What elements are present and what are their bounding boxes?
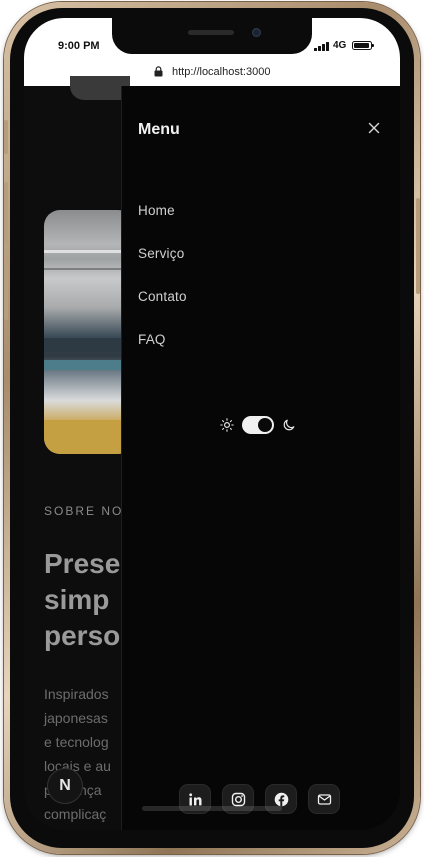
mail-icon: [317, 793, 331, 805]
mute-switch: [4, 120, 8, 154]
front-camera: [252, 28, 261, 37]
moon-icon: [283, 419, 295, 431]
nav-item-servico[interactable]: Serviço: [138, 246, 187, 289]
email-button[interactable]: [308, 784, 340, 814]
phone-screen: 9:00 PM 4G http://localhost:3000 SOBRE N…: [24, 18, 400, 830]
status-time: 9:00 PM: [58, 40, 100, 52]
power-button: [416, 198, 420, 294]
instagram-icon: [231, 792, 245, 806]
section-label: SOBRE NO: [44, 504, 124, 518]
url-text: http://localhost:3000: [171, 66, 271, 78]
home-indicator: [142, 806, 282, 811]
site-logo-button[interactable]: N: [47, 768, 83, 804]
menu-title: Menu: [138, 121, 180, 138]
theme-switcher: [220, 416, 296, 434]
nav-item-home[interactable]: Home: [138, 203, 187, 246]
section-headline: Prese simp perso: [44, 548, 121, 651]
linkedin-icon: [188, 792, 201, 805]
lock-icon: [154, 65, 163, 76]
speaker-grille: [188, 30, 234, 35]
menu-drawer: Menu Home Serviço Contato FAQ: [121, 86, 400, 830]
sun-icon: [220, 418, 234, 432]
nav-item-contato[interactable]: Contato: [138, 289, 187, 332]
volume-down-button: [4, 258, 8, 320]
notch: [112, 18, 312, 54]
network-type: 4G: [333, 40, 347, 51]
status-bar: 9:00 PM 4G: [24, 18, 400, 58]
volume-up-button: [4, 182, 8, 244]
nav-item-faq[interactable]: FAQ: [138, 332, 187, 375]
section-paragraph: Inspirados japonesas e tecnolog locais e…: [44, 686, 111, 822]
menu-nav: Home Serviço Contato FAQ: [138, 203, 187, 375]
theme-toggle[interactable]: [242, 416, 274, 434]
close-icon[interactable]: [366, 120, 382, 136]
facebook-icon: [274, 792, 288, 806]
theme-toggle-knob: [258, 418, 272, 432]
signal-icon: [314, 42, 329, 51]
battery-icon: [352, 41, 374, 50]
